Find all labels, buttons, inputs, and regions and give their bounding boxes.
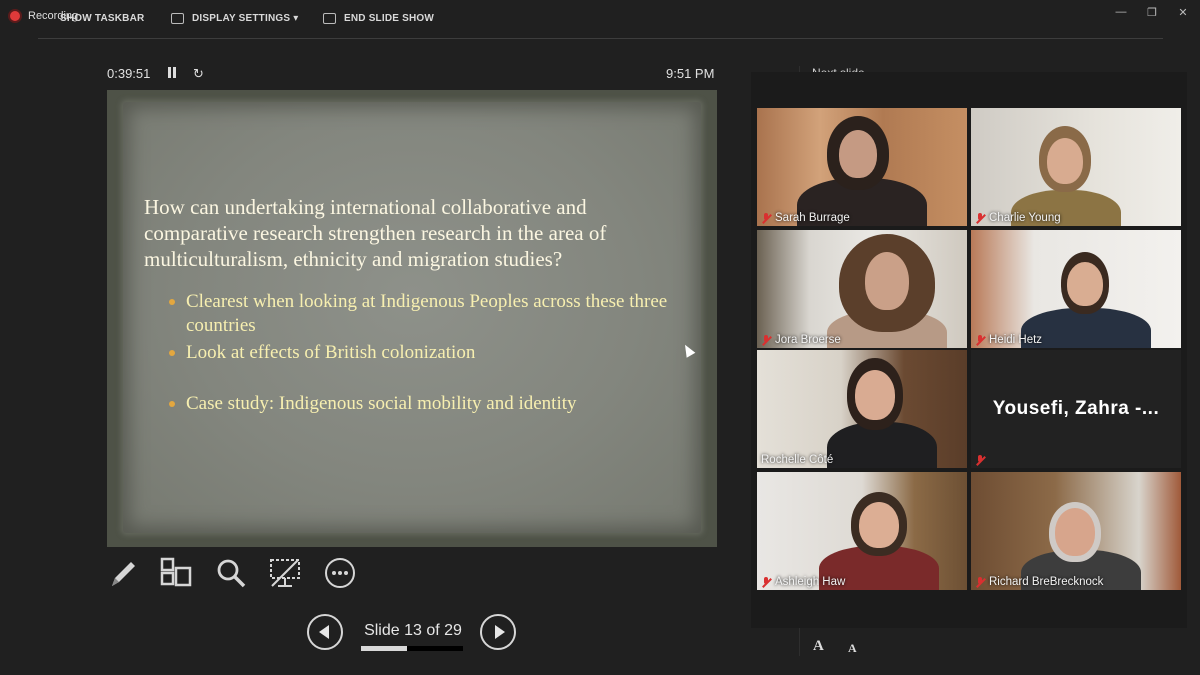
end-show-icon [323, 13, 336, 24]
zoom-button[interactable] [214, 556, 248, 590]
slide-counter[interactable]: Slide 13 of 29 [361, 622, 465, 640]
participant-name: Rochelle Côté [761, 454, 834, 466]
restore-button[interactable]: ❐ [1143, 6, 1161, 19]
participant-display-name: Yousefi, Zahra -... [992, 398, 1160, 419]
participant-tile[interactable]: Jora Broerse [757, 230, 967, 348]
slide-bullet: Look at effects of British colonization [169, 341, 669, 365]
screen-off-icon [270, 559, 300, 587]
slide-bullet: Clearest when looking at Indigenous Peop… [169, 290, 669, 338]
participant-tile[interactable]: Ashleigh Haw [757, 472, 967, 590]
magnifier-icon [217, 559, 246, 588]
participant-tile-active-speaker[interactable]: Rochelle Côté [757, 350, 967, 468]
participant-name: Richard BreBrecknock [989, 576, 1104, 588]
arrow-right-icon [494, 625, 505, 639]
slideshow-toolbar: Recording SHOW TASKBAR DISPLAY SETTINGS … [0, 0, 1200, 40]
black-screen-button[interactable] [268, 556, 302, 590]
participant-name: Ashleigh Haw [775, 576, 846, 588]
previous-slide-button[interactable] [307, 614, 343, 650]
muted-mic-icon [761, 212, 771, 224]
participant-tile[interactable]: Richard BreBrecknock [971, 472, 1181, 590]
slide-question: How can undertaking international collab… [144, 195, 607, 271]
arrow-left-icon [318, 625, 329, 639]
show-taskbar-label: SHOW TASKBAR [60, 13, 145, 24]
muted-mic-icon [975, 334, 985, 346]
end-slide-show-button[interactable]: END SLIDE SHOW [323, 13, 434, 24]
display-settings-icon [171, 13, 184, 24]
pen-tool-button[interactable] [106, 556, 140, 590]
pause-timer-icon[interactable] [167, 67, 177, 78]
muted-mic-icon [975, 576, 985, 588]
see-all-slides-button[interactable] [159, 556, 193, 590]
participant-tile-no-video[interactable]: Yousefi, Zahra -... [971, 350, 1181, 468]
next-slide-button[interactable] [480, 614, 516, 650]
display-settings-button[interactable]: DISPLAY SETTINGS ▾ [171, 13, 298, 24]
grid-slides-icon [160, 557, 192, 587]
pen-icon [112, 562, 135, 586]
slide-bullet-list: Clearest when looking at Indigenous Peop… [169, 290, 669, 419]
participant-tile[interactable]: Charlie Young [971, 108, 1181, 226]
participant-name: Heidi Hetz [989, 334, 1043, 346]
restart-timer-icon[interactable]: ↻ [193, 66, 204, 82]
display-settings-label: DISPLAY SETTINGS ▾ [192, 13, 299, 24]
close-button[interactable]: ✕ [1174, 6, 1192, 19]
participant-name: Sarah Burrage [775, 212, 850, 224]
end-slide-show-label: END SLIDE SHOW [344, 13, 435, 24]
increase-font-button[interactable]: A [813, 638, 824, 655]
decrease-font-button[interactable]: A [848, 641, 857, 656]
muted-mic-icon [975, 455, 985, 466]
record-icon [10, 11, 20, 21]
minimize-button[interactable]: — [1112, 6, 1130, 18]
more-icon [325, 558, 355, 588]
participant-name: Charlie Young [989, 212, 1061, 224]
more-options-button[interactable] [323, 556, 357, 590]
muted-mic-icon [975, 212, 985, 224]
muted-mic-icon [761, 334, 771, 346]
participant-name: Jora Broerse [775, 334, 841, 346]
participant-tile[interactable]: Sarah Burrage [757, 108, 967, 226]
muted-mic-icon [761, 576, 771, 588]
toolbar-divider [38, 38, 1163, 39]
show-taskbar-button[interactable]: SHOW TASKBAR [60, 13, 144, 24]
slide-progress-bar [361, 646, 463, 651]
elapsed-timer: 0:39:51 [107, 66, 151, 81]
slide-bullet: Case study: Indigenous social mobility a… [169, 392, 669, 416]
slide-progress-fill [361, 646, 407, 651]
participant-tile[interactable]: Heidi Hetz [971, 230, 1181, 348]
current-slide[interactable]: How can undertaking international collab… [107, 90, 717, 547]
video-gallery: Sarah Burrage Charlie Young Jora Broerse… [751, 72, 1187, 628]
current-time: 9:51 PM [666, 66, 715, 81]
